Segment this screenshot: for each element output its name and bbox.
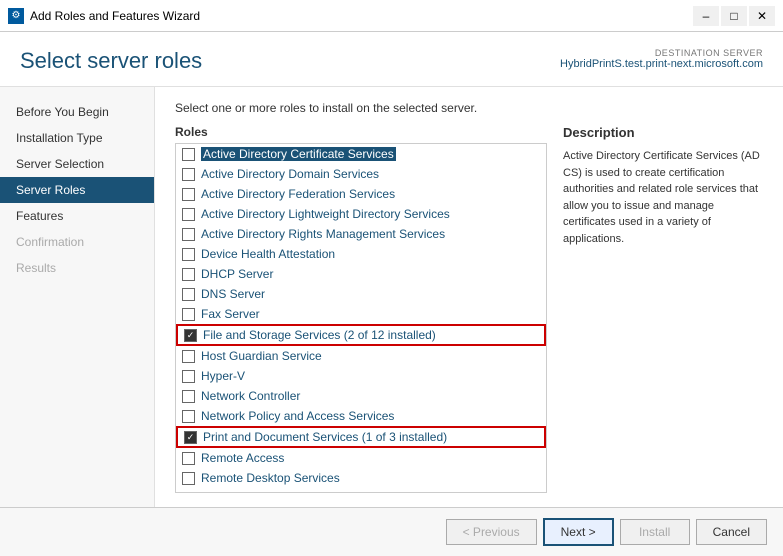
role-label-host-guardian: Host Guardian Service [201, 349, 322, 363]
role-checkbox-remote-access[interactable] [182, 452, 195, 465]
role-checkbox-hyper-v[interactable] [182, 370, 195, 383]
role-item-volume-activation[interactable]: Volume Activation Services [176, 488, 546, 493]
role-label-print-doc: Print and Document Services (1 of 3 inst… [203, 430, 447, 444]
role-label-ad-domain: Active Directory Domain Services [201, 167, 379, 181]
role-item-dhcp[interactable]: DHCP Server [176, 264, 546, 284]
roles-list-container: Roles Active Directory Certificate Servi… [175, 125, 547, 493]
close-button[interactable]: ✕ [749, 6, 775, 26]
role-item-ad-domain[interactable]: Active Directory Domain Services [176, 164, 546, 184]
role-label-ad-cert: Active Directory Certificate Services [201, 147, 396, 161]
role-item-host-guardian[interactable]: Host Guardian Service [176, 346, 546, 366]
role-label-dns: DNS Server [201, 287, 265, 301]
role-checkbox-host-guardian[interactable] [182, 350, 195, 363]
sidebar-item-confirmation: Confirmation [0, 229, 154, 255]
app-icon: ⚙ [8, 8, 24, 24]
next-button[interactable]: Next > [543, 518, 614, 546]
sidebar-item-before-you-begin[interactable]: Before You Begin [0, 99, 154, 125]
previous-button[interactable]: < Previous [446, 519, 537, 545]
role-checkbox-ad-domain[interactable] [182, 168, 195, 181]
role-item-device-health[interactable]: Device Health Attestation [176, 244, 546, 264]
role-item-remote-desktop[interactable]: Remote Desktop Services [176, 468, 546, 488]
sidebar: Before You BeginInstallation TypeServer … [0, 87, 155, 507]
description-title: Description [563, 125, 763, 140]
role-checkbox-ad-fed[interactable] [182, 188, 195, 201]
maximize-button[interactable]: □ [721, 6, 747, 26]
main-container: Select server roles DESTINATION SERVER H… [0, 32, 783, 556]
title-bar: ⚙ Add Roles and Features Wizard – □ ✕ [0, 0, 783, 32]
role-label-file-storage: File and Storage Services (2 of 12 insta… [203, 328, 436, 342]
minimize-button[interactable]: – [693, 6, 719, 26]
role-checkbox-dns[interactable] [182, 288, 195, 301]
install-button[interactable]: Install [620, 519, 690, 545]
description-text: Active Directory Certificate Services (A… [563, 148, 763, 247]
role-item-remote-access[interactable]: Remote Access [176, 448, 546, 468]
role-label-fax: Fax Server [201, 307, 260, 321]
role-checkbox-dhcp[interactable] [182, 268, 195, 281]
sidebar-item-server-selection[interactable]: Server Selection [0, 151, 154, 177]
role-item-print-doc[interactable]: ✓ Print and Document Services (1 of 3 ins… [176, 426, 546, 448]
role-item-file-storage[interactable]: ✓ File and Storage Services (2 of 12 inst… [176, 324, 546, 346]
sidebar-item-installation-type[interactable]: Installation Type [0, 125, 154, 151]
role-label-remote-desktop: Remote Desktop Services [201, 471, 340, 485]
role-checkbox-fax[interactable] [182, 308, 195, 321]
role-label-ad-rights: Active Directory Rights Management Servi… [201, 227, 445, 241]
server-name: HybridPrintS.test.print-next.microsoft.c… [560, 58, 763, 70]
description-body: Active Directory Certificate Services (A… [563, 150, 760, 245]
role-item-hyper-v[interactable]: Hyper-V [176, 366, 546, 386]
description-panel: Description Active Directory Certificate… [563, 125, 763, 493]
role-checkbox-file-storage[interactable]: ✓ [184, 329, 197, 342]
role-label-ad-fed: Active Directory Federation Services [201, 187, 395, 201]
window-controls: – □ ✕ [693, 6, 775, 26]
role-checkbox-volume-activation[interactable] [182, 492, 195, 494]
header-section: Select server roles DESTINATION SERVER H… [0, 32, 783, 87]
role-item-dns[interactable]: DNS Server [176, 284, 546, 304]
role-label-dhcp: DHCP Server [201, 267, 273, 281]
roles-label: Roles [175, 125, 547, 139]
role-checkbox-remote-desktop[interactable] [182, 472, 195, 485]
role-label-ad-light: Active Directory Lightweight Directory S… [201, 207, 450, 221]
role-checkbox-ad-rights[interactable] [182, 228, 195, 241]
role-item-network-policy[interactable]: Network Policy and Access Services [176, 406, 546, 426]
role-item-fax[interactable]: Fax Server [176, 304, 546, 324]
role-label-network-policy: Network Policy and Access Services [201, 409, 394, 423]
role-item-network-controller[interactable]: Network Controller [176, 386, 546, 406]
role-item-ad-cert[interactable]: Active Directory Certificate Services [176, 144, 546, 164]
role-item-ad-rights[interactable]: Active Directory Rights Management Servi… [176, 224, 546, 244]
sidebar-item-results: Results [0, 255, 154, 281]
role-checkbox-ad-light[interactable] [182, 208, 195, 221]
role-checkbox-network-controller[interactable] [182, 390, 195, 403]
instruction-text: Select one or more roles to install on t… [175, 101, 763, 115]
roles-list[interactable]: Active Directory Certificate Services Act… [175, 143, 547, 493]
page-title: Select server roles [20, 48, 202, 74]
title-bar-text: Add Roles and Features Wizard [30, 9, 693, 23]
content-area: Before You BeginInstallation TypeServer … [0, 87, 783, 507]
roles-area: Roles Active Directory Certificate Servi… [175, 125, 763, 493]
role-label-remote-access: Remote Access [201, 451, 284, 465]
role-label-network-controller: Network Controller [201, 389, 300, 403]
main-content: Select one or more roles to install on t… [155, 87, 783, 507]
server-label: DESTINATION SERVER [560, 48, 763, 58]
server-info: DESTINATION SERVER HybridPrintS.test.pri… [560, 48, 763, 70]
role-checkbox-print-doc[interactable]: ✓ [184, 431, 197, 444]
sidebar-item-server-roles[interactable]: Server Roles [0, 177, 154, 203]
role-label-hyper-v: Hyper-V [201, 369, 245, 383]
sidebar-item-features[interactable]: Features [0, 203, 154, 229]
cancel-button[interactable]: Cancel [696, 519, 767, 545]
role-checkbox-device-health[interactable] [182, 248, 195, 261]
role-label-device-health: Device Health Attestation [201, 247, 335, 261]
role-checkbox-ad-cert[interactable] [182, 148, 195, 161]
role-item-ad-fed[interactable]: Active Directory Federation Services [176, 184, 546, 204]
role-checkbox-network-policy[interactable] [182, 410, 195, 423]
role-label-volume-activation: Volume Activation Services [201, 491, 345, 493]
footer: < Previous Next > Install Cancel [0, 507, 783, 556]
role-item-ad-light[interactable]: Active Directory Lightweight Directory S… [176, 204, 546, 224]
